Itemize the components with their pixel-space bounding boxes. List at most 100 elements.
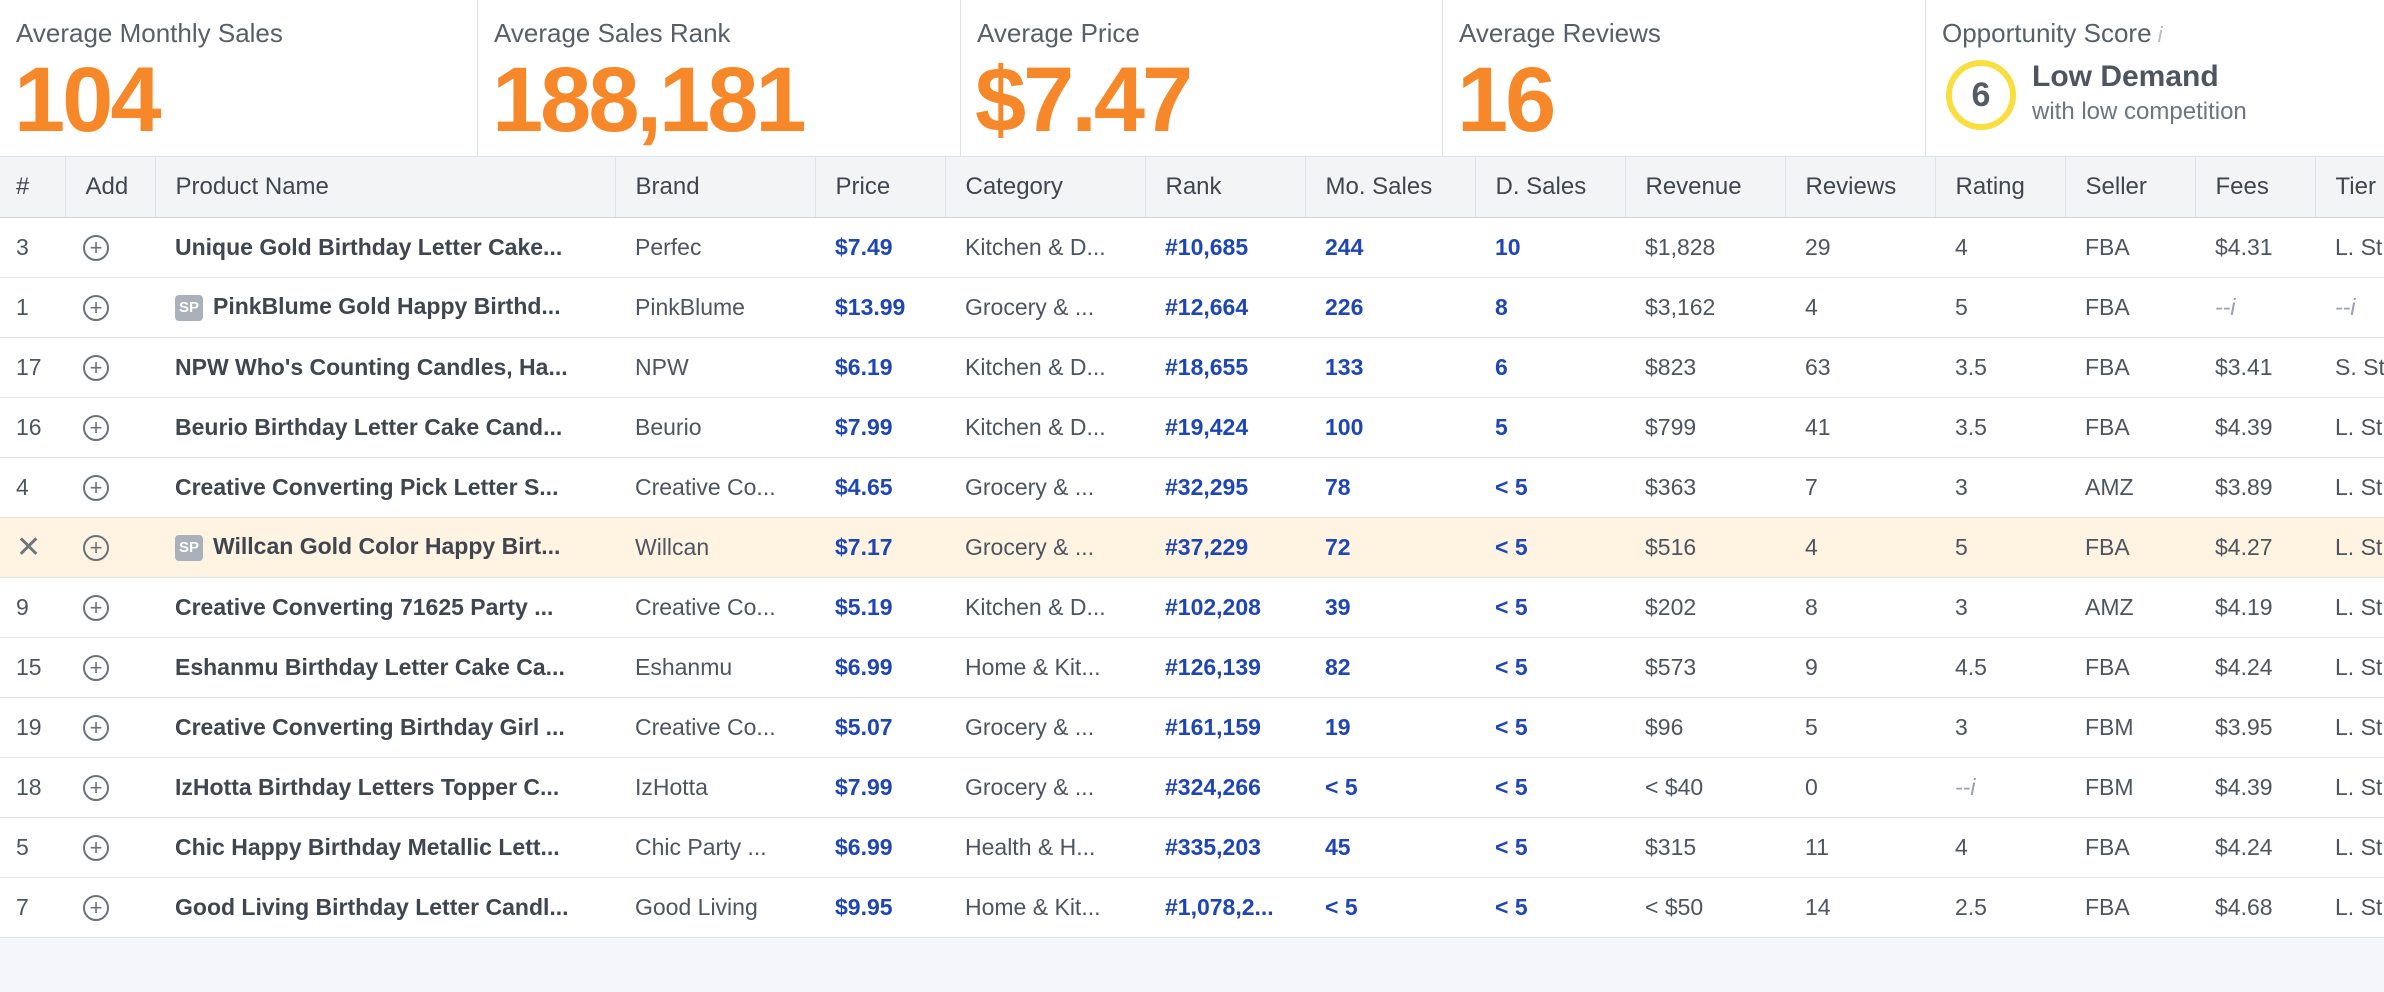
header-add[interactable]: Add: [65, 157, 156, 218]
header-mo-sales[interactable]: Mo. Sales: [1305, 157, 1476, 218]
product-name-link[interactable]: Chic Happy Birthday Metallic Lett...: [175, 834, 560, 860]
add-product-icon[interactable]: +: [83, 354, 109, 381]
product-name-cell[interactable]: Beurio Birthday Letter Cake Cand...: [155, 397, 615, 458]
table-row[interactable]: 19 + Creative Converting Birthday Girl ...…: [0, 697, 2384, 758]
table-row[interactable]: 5 + Chic Happy Birthday Metallic Lett... Ch…: [0, 817, 2384, 878]
product-name-cell[interactable]: Creative Converting Pick Letter S...: [155, 457, 615, 518]
seller-cell-text: FBA: [2085, 413, 2130, 440]
brand-cell-text: Creative Co...: [635, 593, 776, 620]
reviews-cell: 29: [1785, 217, 1935, 278]
daily-sales-cell: 6: [1475, 337, 1625, 398]
seller-cell-text: FBM: [2085, 773, 2134, 800]
tier-cell-text: L. St: [2335, 473, 2383, 500]
product-name-link[interactable]: Creative Converting 71625 Party ...: [175, 594, 553, 620]
table-row[interactable]: ✕ + SP Willcan Gold Color Happy Birt... Will…: [0, 517, 2384, 578]
price-cell: $13.99: [815, 277, 945, 338]
header-number[interactable]: #: [0, 157, 66, 218]
fees-cell-text: $4.39: [2215, 413, 2273, 440]
product-name-link[interactable]: IzHotta Birthday Letters Topper C...: [175, 774, 559, 800]
header-fees[interactable]: Fees: [2195, 157, 2316, 218]
product-name-cell[interactable]: IzHotta Birthday Letters Topper C...: [155, 757, 615, 818]
seller-cell: FBA: [2065, 397, 2195, 458]
add-product-icon[interactable]: +: [83, 774, 109, 801]
category-cell: Health & H...: [945, 817, 1145, 878]
fees-cell: $4.31: [2195, 217, 2315, 278]
table-row[interactable]: 9 + Creative Converting 71625 Party ... Cre…: [0, 577, 2384, 638]
header-rating[interactable]: Rating: [1935, 157, 2066, 218]
seller-cell: FBM: [2065, 697, 2195, 758]
header-revenue[interactable]: Revenue: [1625, 157, 1786, 218]
price-cell: $6.99: [815, 637, 945, 698]
product-name-cell[interactable]: Unique Gold Birthday Letter Cake...: [155, 217, 615, 278]
header-d-sales[interactable]: D. Sales: [1475, 157, 1626, 218]
table-row[interactable]: 7 + Good Living Birthday Letter Candl... Go…: [0, 877, 2384, 938]
add-cell: +: [65, 517, 155, 578]
add-product-icon[interactable]: +: [83, 234, 109, 261]
product-name-cell[interactable]: Creative Converting 71625 Party ...: [155, 577, 615, 638]
seller-cell: FBA: [2065, 877, 2195, 938]
info-icon[interactable]: i: [2158, 22, 2163, 47]
product-name-link[interactable]: Eshanmu Birthday Letter Cake Ca...: [175, 654, 565, 680]
product-name-cell[interactable]: NPW Who's Counting Candles, Ha...: [155, 337, 615, 398]
tier-cell-text: L. St: [2335, 593, 2383, 620]
summary-stats-bar: Average Monthly Sales 104 Average Sales …: [0, 0, 2384, 157]
add-product-icon[interactable]: +: [83, 594, 109, 621]
product-name-cell[interactable]: Creative Converting Birthday Girl ...: [155, 697, 615, 758]
header-reviews[interactable]: Reviews: [1785, 157, 1936, 218]
product-name-link[interactable]: Willcan Gold Color Happy Birt...: [213, 533, 560, 559]
add-product-icon[interactable]: +: [83, 654, 109, 681]
add-product-icon[interactable]: +: [83, 714, 109, 741]
table-row[interactable]: 1 + SP PinkBlume Gold Happy Birthd... PinkBl…: [0, 277, 2384, 338]
table-row[interactable]: 17 + NPW Who's Counting Candles, Ha... NPW $…: [0, 337, 2384, 398]
remove-row-icon[interactable]: ✕: [0, 517, 65, 578]
table-row[interactable]: 16 + Beurio Birthday Letter Cake Cand... Be…: [0, 397, 2384, 458]
brand-cell: Perfec: [615, 217, 815, 278]
product-name-link[interactable]: NPW Who's Counting Candles, Ha...: [175, 354, 568, 380]
add-product-icon[interactable]: +: [83, 894, 109, 921]
monthly-sales-cell-text: 19: [1325, 713, 1351, 740]
header-brand[interactable]: Brand: [615, 157, 816, 218]
add-product-icon[interactable]: +: [83, 294, 109, 321]
product-name-link[interactable]: Creative Converting Birthday Girl ...: [175, 714, 565, 740]
header-seller[interactable]: Seller: [2065, 157, 2196, 218]
product-name-cell[interactable]: Good Living Birthday Letter Candl...: [155, 877, 615, 938]
product-name-cell[interactable]: SP Willcan Gold Color Happy Birt...: [155, 517, 615, 578]
rating-cell: 3.5: [1935, 397, 2065, 458]
header-price[interactable]: Price: [815, 157, 946, 218]
product-name-link[interactable]: Good Living Birthday Letter Candl...: [175, 894, 569, 920]
add-product-icon[interactable]: +: [83, 474, 109, 501]
add-product-icon[interactable]: +: [83, 534, 109, 561]
product-name-link[interactable]: Creative Converting Pick Letter S...: [175, 474, 558, 500]
tier-cell: L. St: [2315, 397, 2384, 458]
header-tier[interactable]: Tier: [2315, 157, 2384, 218]
rank-cell-text: #19,424: [1165, 413, 1249, 440]
table-row[interactable]: 4 + Creative Converting Pick Letter S... Cr…: [0, 457, 2384, 518]
rank-cell-text: #126,139: [1165, 653, 1261, 680]
table-row[interactable]: 3 + Unique Gold Birthday Letter Cake... Per…: [0, 217, 2384, 278]
brand-cell: Beurio: [615, 397, 815, 458]
category-cell: Grocery & ...: [945, 517, 1145, 578]
add-product-icon[interactable]: +: [83, 414, 109, 441]
table-row[interactable]: 18 + IzHotta Birthday Letters Topper C... I…: [0, 757, 2384, 818]
header-rank[interactable]: Rank: [1145, 157, 1306, 218]
revenue-cell: $363: [1625, 457, 1785, 518]
rating-cell-text: 3.5: [1955, 413, 1987, 440]
revenue-cell: $202: [1625, 577, 1785, 638]
header-product-name[interactable]: Product Name: [155, 157, 616, 218]
fees-cell-text: --i: [2215, 293, 2236, 320]
product-name-cell[interactable]: SP PinkBlume Gold Happy Birthd...: [155, 277, 615, 338]
brand-cell: PinkBlume: [615, 277, 815, 338]
product-name-link[interactable]: PinkBlume Gold Happy Birthd...: [213, 293, 561, 319]
product-name-cell[interactable]: Eshanmu Birthday Letter Cake Ca...: [155, 637, 615, 698]
daily-sales-cell: 10: [1475, 217, 1625, 278]
header-category[interactable]: Category: [945, 157, 1146, 218]
product-name-cell[interactable]: Chic Happy Birthday Metallic Lett...: [155, 817, 615, 878]
close-icon[interactable]: ✕: [16, 531, 41, 564]
revenue-cell: $315: [1625, 817, 1785, 878]
reviews-cell-text: 8: [1805, 593, 1818, 620]
product-name-link[interactable]: Beurio Birthday Letter Cake Cand...: [175, 414, 562, 440]
tier-cell-text: L. St: [2335, 893, 2383, 920]
add-product-icon[interactable]: +: [83, 834, 109, 861]
product-name-link[interactable]: Unique Gold Birthday Letter Cake...: [175, 234, 562, 260]
table-row[interactable]: 15 + Eshanmu Birthday Letter Cake Ca... Esh…: [0, 637, 2384, 698]
